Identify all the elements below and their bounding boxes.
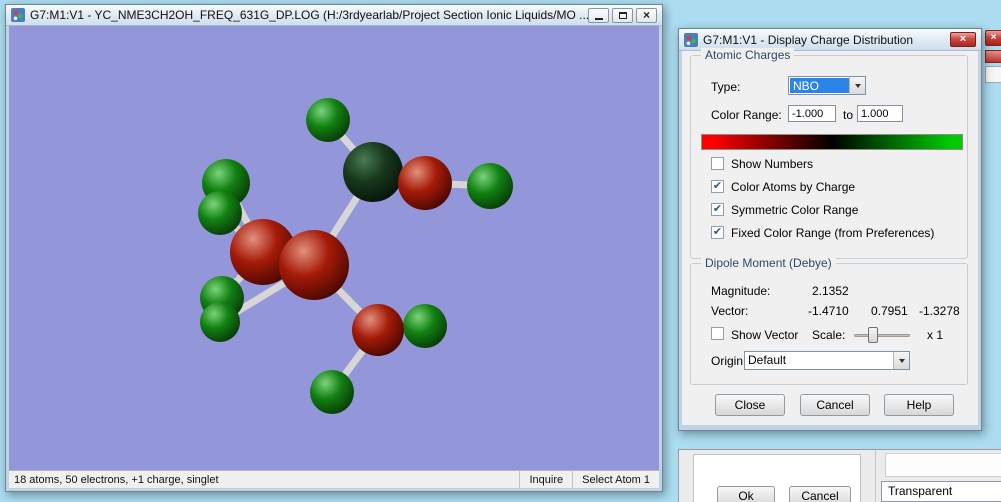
dialog-icon [684,33,698,47]
origin-value: Default [745,352,893,369]
dipole-moment-caption: Dipole Moment (Debye) [701,256,836,270]
transparent-dropdown-value: Transparent [888,484,952,498]
close-icon: × [643,9,650,21]
chevron-down-icon[interactable] [893,352,909,369]
atomic-charges-group: Atomic Charges Type: NBO Color Range: to… [690,55,968,259]
magnitude-label: Magnitude: [711,284,770,298]
desktop: × Ok Cancel Transparent G7:M1:V1 - YC_NM… [0,0,1001,502]
atom-green[interactable] [403,304,447,348]
checkbox-box[interactable]: ✔ [711,180,724,193]
atom-red[interactable] [352,304,404,356]
show-vector-label: Show Vector [731,328,798,342]
vector-label: Vector: [711,304,748,318]
status-molecule-info: 18 atoms, 50 electrons, +1 charge, singl… [9,474,519,486]
checkbox-box[interactable] [711,157,724,170]
cancel-button[interactable]: Cancel [789,486,851,502]
magnitude-value: 2.1352 [812,284,849,298]
vector-z-value: -1.3278 [919,304,960,318]
molecule-render[interactable] [9,26,659,470]
color-range-min-input[interactable] [788,105,836,122]
divider [875,450,876,502]
close-button[interactable]: Close [715,394,785,416]
help-button[interactable]: Help [884,394,954,416]
background-panel [885,453,1001,477]
atom-red[interactable] [279,230,349,300]
close-button[interactable]: × [636,8,657,23]
charge-type-dropdown[interactable]: NBO [788,76,866,95]
origin-dropdown[interactable]: Default [744,351,910,370]
main-window-titlebar[interactable]: G7:M1:V1 - YC_NME3CH2OH_FREQ_631G_DP.LOG… [6,5,662,26]
close-icon: × [960,34,966,45]
status-inquire-mode: Inquire [519,471,572,488]
status-select-atom: Select Atom 1 [572,471,659,488]
checkbox-label: Show Numbers [731,157,813,171]
color-range-label: Color Range: [711,108,782,122]
charge-distribution-dialog: G7:M1:V1 - Display Charge Distribution ×… [678,28,982,431]
atom-green[interactable] [306,98,350,142]
color-range-max-input[interactable] [857,105,903,122]
background-close-button-fragment[interactable] [985,50,1001,63]
atom-green[interactable] [200,302,240,342]
charge-options-checkboxes: Show Numbers ✔ Color Atoms by Charge ✔ Symme… [711,152,961,244]
maximize-icon [619,12,627,19]
main-window-title: G7:M1:V1 - YC_NME3CH2OH_FREQ_631G_DP.LOG… [30,8,588,22]
scale-label: Scale: [812,328,845,342]
charge-color-gradient-bar [701,134,963,150]
type-label: Type: [711,80,740,94]
arrow-glyph [855,84,861,88]
main-window: G7:M1:V1 - YC_NME3CH2OH_FREQ_631G_DP.LOG… [5,4,663,492]
cancel-button[interactable]: Cancel [800,394,870,416]
ok-button[interactable]: Ok [717,486,775,502]
background-close-button-fragment[interactable]: × [985,30,1001,46]
color-range-to-label: to [843,108,853,122]
minimize-icon [595,18,603,20]
background-dialog-fragment: Ok Cancel Transparent [678,449,1001,502]
vector-x-value: -1.4710 [808,304,849,318]
dipole-moment-group: Dipole Moment (Debye) Magnitude: 2.1352 … [690,263,968,385]
status-bar: 18 atoms, 50 electrons, +1 charge, singl… [9,470,659,488]
dialog-title: G7:M1:V1 - Display Charge Distribution [703,33,950,47]
checkbox-color-atoms-by-charge[interactable]: ✔ Color Atoms by Charge [711,175,961,198]
charge-type-value: NBO [790,78,849,93]
checkbox-fixed-color-range-from-preferences-[interactable]: ✔ Fixed Color Range (from Preferences) [711,221,961,244]
minimize-button[interactable] [588,8,609,23]
background-window-fragment [985,66,1001,83]
maximize-button[interactable] [612,8,633,23]
chevron-down-icon[interactable] [849,77,865,94]
atom-red[interactable] [398,156,452,210]
checkbox-label: Fixed Color Range (from Preferences) [731,226,934,240]
dialog-close-button[interactable]: × [950,32,976,47]
checkbox-symmetric-color-range[interactable]: ✔ Symmetric Color Range [711,198,961,221]
slider-track [854,334,910,337]
vector-scale-slider[interactable] [854,326,910,344]
checkbox-box[interactable]: ✔ [711,203,724,216]
checkbox-show-numbers[interactable]: Show Numbers [711,152,961,175]
atom-green[interactable] [198,191,242,235]
transparent-dropdown[interactable]: Transparent [881,481,1001,502]
molecule-viewport[interactable] [9,26,659,470]
atomic-charges-caption: Atomic Charges [701,48,794,62]
caption-buttons: × [588,8,657,23]
arrow-glyph [899,359,905,363]
dialog-body: Atomic Charges Type: NBO Color Range: to… [682,51,978,425]
origin-label: Origin: [711,354,746,368]
checkbox-label: Symmetric Color Range [731,203,858,217]
main-window-client: 18 atoms, 50 electrons, +1 charge, singl… [9,26,659,488]
vector-y-value: 0.7951 [871,304,908,318]
slider-thumb[interactable] [868,327,878,343]
checkbox-label: Color Atoms by Charge [731,180,855,194]
checkbox-box[interactable]: ✔ [711,226,724,239]
atom-dark[interactable] [343,142,403,202]
atom-green[interactable] [467,163,513,209]
atom-green[interactable] [310,370,354,414]
app-icon [11,8,25,22]
show-vector-checkbox[interactable] [711,327,724,340]
scale-value: x 1 [927,328,943,342]
